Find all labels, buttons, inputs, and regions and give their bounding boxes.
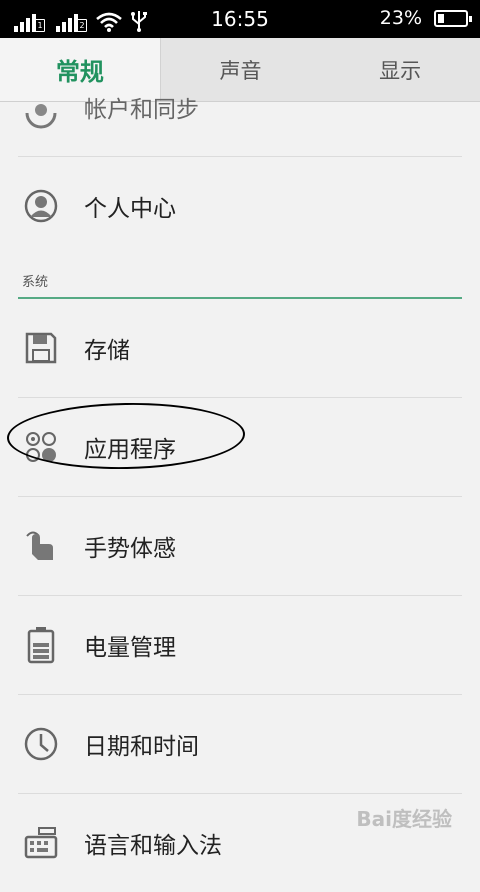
- section-header-system: 系统: [0, 255, 480, 297]
- list-item-storage[interactable]: 存储: [0, 299, 480, 397]
- list-item-date-time[interactable]: 日期和时间: [0, 695, 480, 793]
- list-item-label: 日期和时间: [84, 734, 199, 760]
- list-item-label: 个人中心: [84, 196, 176, 222]
- account-sync-icon: [22, 94, 60, 132]
- tab-display[interactable]: 显示: [320, 38, 480, 101]
- battery-icon: [434, 10, 472, 27]
- list-item-label: 存储: [84, 338, 130, 364]
- list-item-power-management[interactable]: 电量管理: [0, 596, 480, 694]
- watermark: Bai度经验: [356, 807, 452, 831]
- person-icon: [22, 187, 60, 225]
- list-item-account-sync[interactable]: 帐户和同步: [0, 97, 480, 156]
- storage-icon: [22, 329, 60, 367]
- battery-fill: [438, 14, 444, 23]
- settings-list: 帐户和同步 个人中心 系统 存储 应用程序 手势体感 电量管理 日期和时间 语言…: [0, 97, 480, 892]
- clock-icon: [22, 725, 60, 763]
- list-item-gesture[interactable]: 手势体感: [0, 497, 480, 595]
- section-title: 系统: [22, 275, 49, 290]
- list-item-label: 电量管理: [84, 635, 176, 661]
- battery-percent: 23%: [379, 7, 422, 29]
- keyboard-icon: [22, 824, 60, 862]
- list-item-label: 帐户和同步: [84, 97, 199, 123]
- battery-manage-icon: [22, 626, 60, 664]
- settings-tabs: 常规 声音 显示: [0, 38, 480, 102]
- list-item-label: 语言和输入法: [84, 833, 222, 859]
- list-item-label: 手势体感: [84, 536, 176, 562]
- status-bar: 1 2 16:55 23%: [0, 0, 480, 38]
- gesture-icon: [22, 527, 60, 565]
- list-item-personal-center[interactable]: 个人中心: [0, 157, 480, 255]
